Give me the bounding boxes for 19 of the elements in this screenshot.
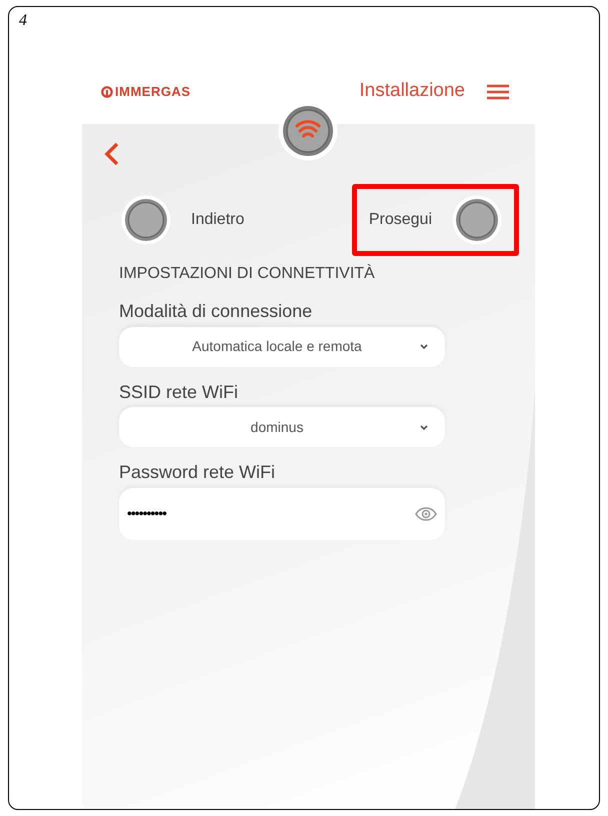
field-label: SSID rete WiFi xyxy=(119,380,240,403)
eye-icon[interactable] xyxy=(415,506,437,520)
round-button-icon xyxy=(452,195,502,245)
menu-icon[interactable] xyxy=(487,84,509,100)
brand-logo: IMMERGAS xyxy=(115,82,190,101)
page-number: 4 xyxy=(18,11,28,31)
chevron-down-icon xyxy=(419,343,429,350)
next-button[interactable]: Prosegui xyxy=(352,184,519,256)
section-heading: IMPOSTAZIONI DI CONNETTIVITÀ xyxy=(119,263,376,284)
field-label: Password rete WiFi xyxy=(119,461,276,484)
logo-icon xyxy=(101,86,113,98)
password-field[interactable]: •••••••••• xyxy=(119,488,445,540)
field-label: Modalità di connessione xyxy=(119,300,314,322)
chevron-down-icon xyxy=(419,424,429,430)
dropdown-field[interactable]: Automatica locale e remota xyxy=(119,326,445,366)
back-button[interactable]: Indietro xyxy=(104,184,262,256)
round-button-icon xyxy=(121,195,171,245)
dropdown-field[interactable]: dominus xyxy=(119,407,445,447)
screen-title: Installazione xyxy=(359,79,465,104)
